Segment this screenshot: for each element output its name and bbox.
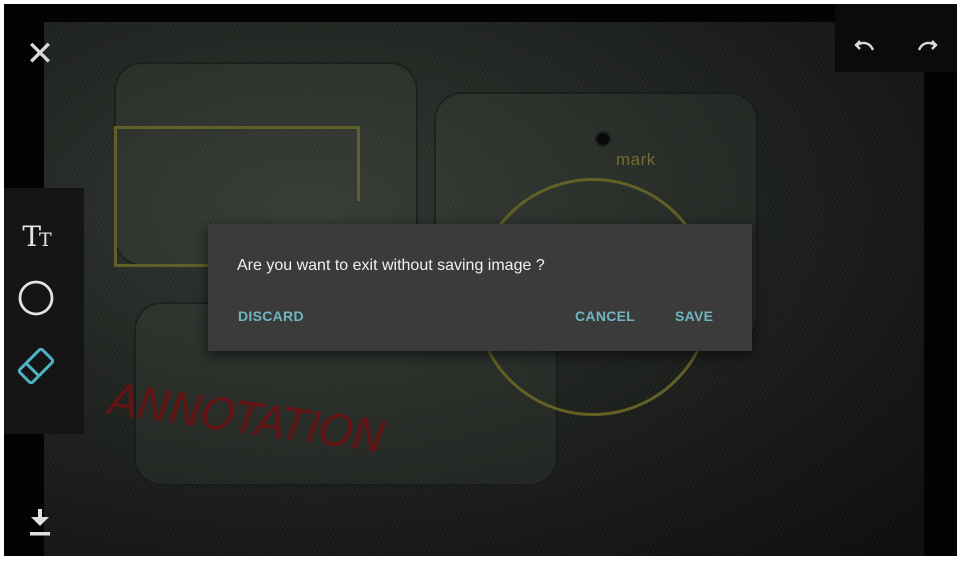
eraser-icon [17,347,55,385]
text-icon: TT [22,219,51,253]
dialog-message: Are you want to exit without saving imag… [237,257,545,274]
circle-tool[interactable] [14,276,58,320]
discard-button[interactable]: DISCARD [238,308,304,324]
undo-icon[interactable] [849,30,881,62]
close-icon[interactable]: ✕ [20,34,60,74]
redo-icon[interactable] [911,30,943,62]
save-button[interactable]: SAVE [675,308,713,324]
cancel-button[interactable]: CANCEL [575,308,635,324]
download-icon[interactable] [18,500,62,544]
eraser-tool[interactable] [14,344,58,388]
text-tool[interactable]: TT [14,214,58,258]
photo-editor-screen: mark ANNOTATION ✕ TT Are you want to exi… [4,4,957,556]
tool-sidebar: TT [4,188,84,434]
circle-icon [18,280,54,316]
exit-confirm-dialog: Are you want to exit without saving imag… [208,224,752,351]
